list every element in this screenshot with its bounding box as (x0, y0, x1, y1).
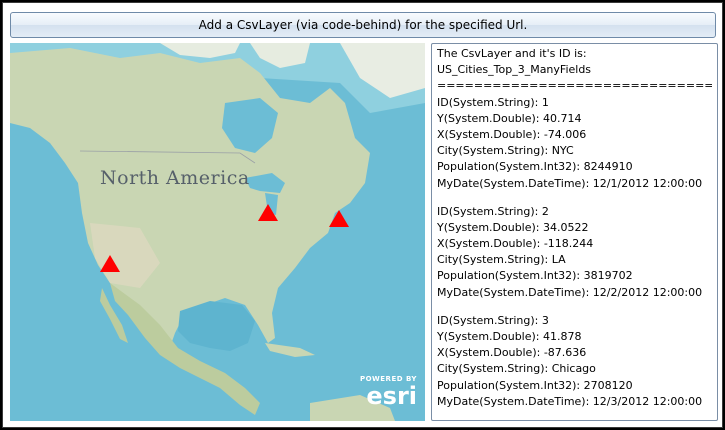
record-city: City(System.String): Chicago (437, 362, 596, 376)
record-date: MyDate(System.DateTime): 12/3/2012 12:00… (437, 394, 703, 408)
layer-id-text: US_Cities_Top_3_ManyFields (437, 63, 592, 77)
separator-line: ================================ (437, 79, 712, 93)
marker-nyc[interactable] (329, 210, 349, 227)
record-population: Population(System.Int32): 3819702 (437, 269, 633, 283)
record-city: City(System.String): LA (437, 253, 566, 267)
esri-attribution-logo: POWERED BY esri (337, 375, 417, 415)
csv-markers-layer (100, 204, 349, 272)
record-date: MyDate(System.DateTime): 12/1/2012 12:00… (437, 176, 703, 190)
marker-chicago[interactable] (258, 204, 278, 221)
record-x: X(System.Double): -118.244 (437, 237, 594, 251)
record-population: Population(System.Int32): 2708120 (437, 378, 633, 392)
layer-info-panel: The CsvLayer and it's ID is: US_Cities_T… (431, 43, 718, 421)
record-x: X(System.Double): -74.006 (437, 127, 587, 141)
record-date: MyDate(System.DateTime): 12/2/2012 12:00… (437, 285, 703, 299)
add-csvlayer-button[interactable]: Add a CsvLayer (via code-behind) for the… (10, 12, 716, 38)
info-header-text: The CsvLayer and it's ID is: (437, 47, 587, 60)
record-id: ID(System.String): 1 (437, 95, 549, 109)
marker-la[interactable] (100, 255, 120, 272)
record-id: ID(System.String): 3 (437, 313, 549, 327)
app-frame: Add a CsvLayer (via code-behind) for the… (2, 2, 723, 428)
record-x: X(System.Double): -87.636 (437, 346, 587, 360)
esri-brand-text: esri (366, 382, 417, 410)
record-id: ID(System.String): 2 (437, 204, 549, 218)
record-y: Y(System.Double): 41.878 (437, 330, 582, 343)
record-city: City(System.String): NYC (437, 144, 574, 158)
record-y: Y(System.Double): 34.0522 (437, 220, 589, 234)
map-view[interactable]: North America POWERED BY esri (10, 43, 425, 421)
record-population: Population(System.Int32): 8244910 (437, 160, 633, 174)
record-y: Y(System.Double): 40.714 (437, 111, 582, 125)
